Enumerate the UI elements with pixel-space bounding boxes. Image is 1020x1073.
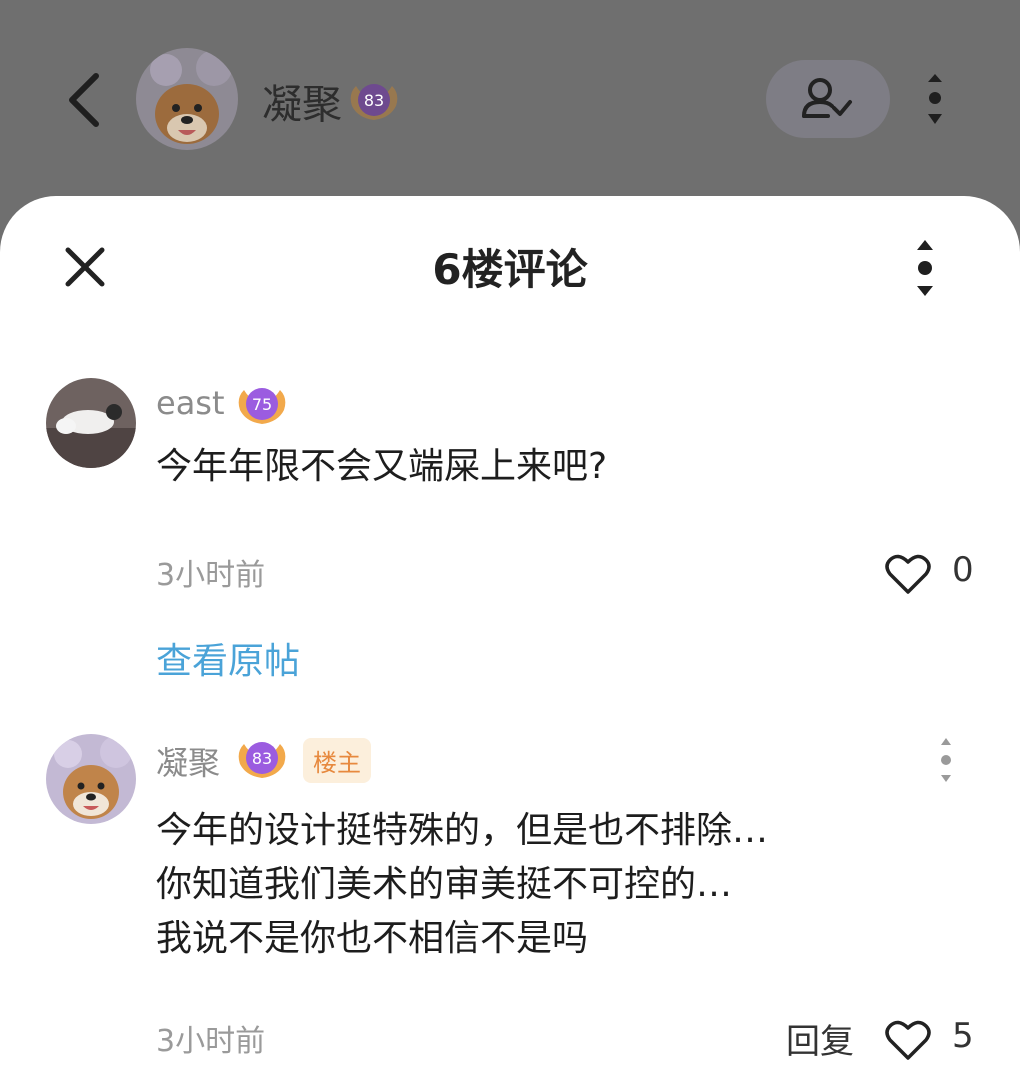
comment-item: east 75 今年年限不会又端屎上来吧? 3小时前 0 查看原帖	[0, 376, 1020, 706]
sheet-title: 6楼评论	[432, 245, 588, 294]
reply-button[interactable]: 回复	[786, 1014, 854, 1063]
user-avatar[interactable]	[46, 378, 136, 468]
user-name[interactable]: east	[156, 384, 225, 422]
level-number: 83	[252, 749, 272, 768]
level-badge-icon: 83	[350, 84, 398, 120]
comment-time: 3小时前	[156, 558, 266, 593]
comment-line: 今年年限不会又端屎上来吧?	[156, 446, 608, 487]
user-name[interactable]: 凝聚	[156, 738, 220, 784]
comment-text[interactable]: 今年年限不会又端屎上来吧?	[156, 440, 607, 494]
author-avatar[interactable]	[136, 48, 238, 150]
comment-line: 我说不是你也不相信不是吗	[156, 918, 589, 959]
more-vertical-icon[interactable]	[908, 240, 942, 296]
user-avatar[interactable]	[46, 734, 136, 824]
follow-check-icon	[802, 78, 852, 118]
comment-line: 你知道我们美术的审美挺不可控的…	[156, 864, 733, 905]
level-badge: 83	[346, 72, 402, 128]
comment-line: 今年的设计挺特殊的，但是也不排除…	[156, 810, 769, 851]
level-badge-icon: 75	[238, 388, 286, 424]
comment-time: 3小时前	[156, 1024, 266, 1059]
heart-icon[interactable]	[884, 1018, 932, 1062]
level-number: 75	[252, 395, 272, 414]
more-vertical-icon[interactable]	[920, 74, 950, 124]
top-bar: 凝聚 83	[0, 0, 1020, 200]
like-count: 0	[952, 550, 974, 590]
more-vertical-icon[interactable]	[936, 738, 956, 782]
heart-icon[interactable]	[884, 552, 932, 596]
level-number: 83	[364, 91, 384, 110]
view-original-post-link[interactable]: 查看原帖	[156, 632, 300, 684]
back-arrow-icon[interactable]	[62, 70, 106, 130]
like-count: 5	[952, 1016, 974, 1056]
level-badge-icon: 83	[238, 742, 286, 778]
comment-sheet: 6楼评论 east 75 今年年限不会又端屎上来吧? 3小时前 0 查看原帖 凝…	[0, 196, 1020, 1073]
comment-text[interactable]: 今年的设计挺特殊的，但是也不排除… 你知道我们美术的审美挺不可控的… 我说不是你…	[156, 804, 768, 966]
follow-button[interactable]	[766, 60, 890, 138]
level-badge: 83	[234, 730, 290, 786]
comment-item: 凝聚 83 楼主 今年的设计挺特殊的，但是也不排除… 你知道我们美术的审美挺不可…	[0, 732, 1020, 1072]
owner-tag: 楼主	[303, 738, 371, 783]
author-name[interactable]: 凝聚	[262, 72, 342, 130]
level-badge: 75	[234, 376, 290, 432]
